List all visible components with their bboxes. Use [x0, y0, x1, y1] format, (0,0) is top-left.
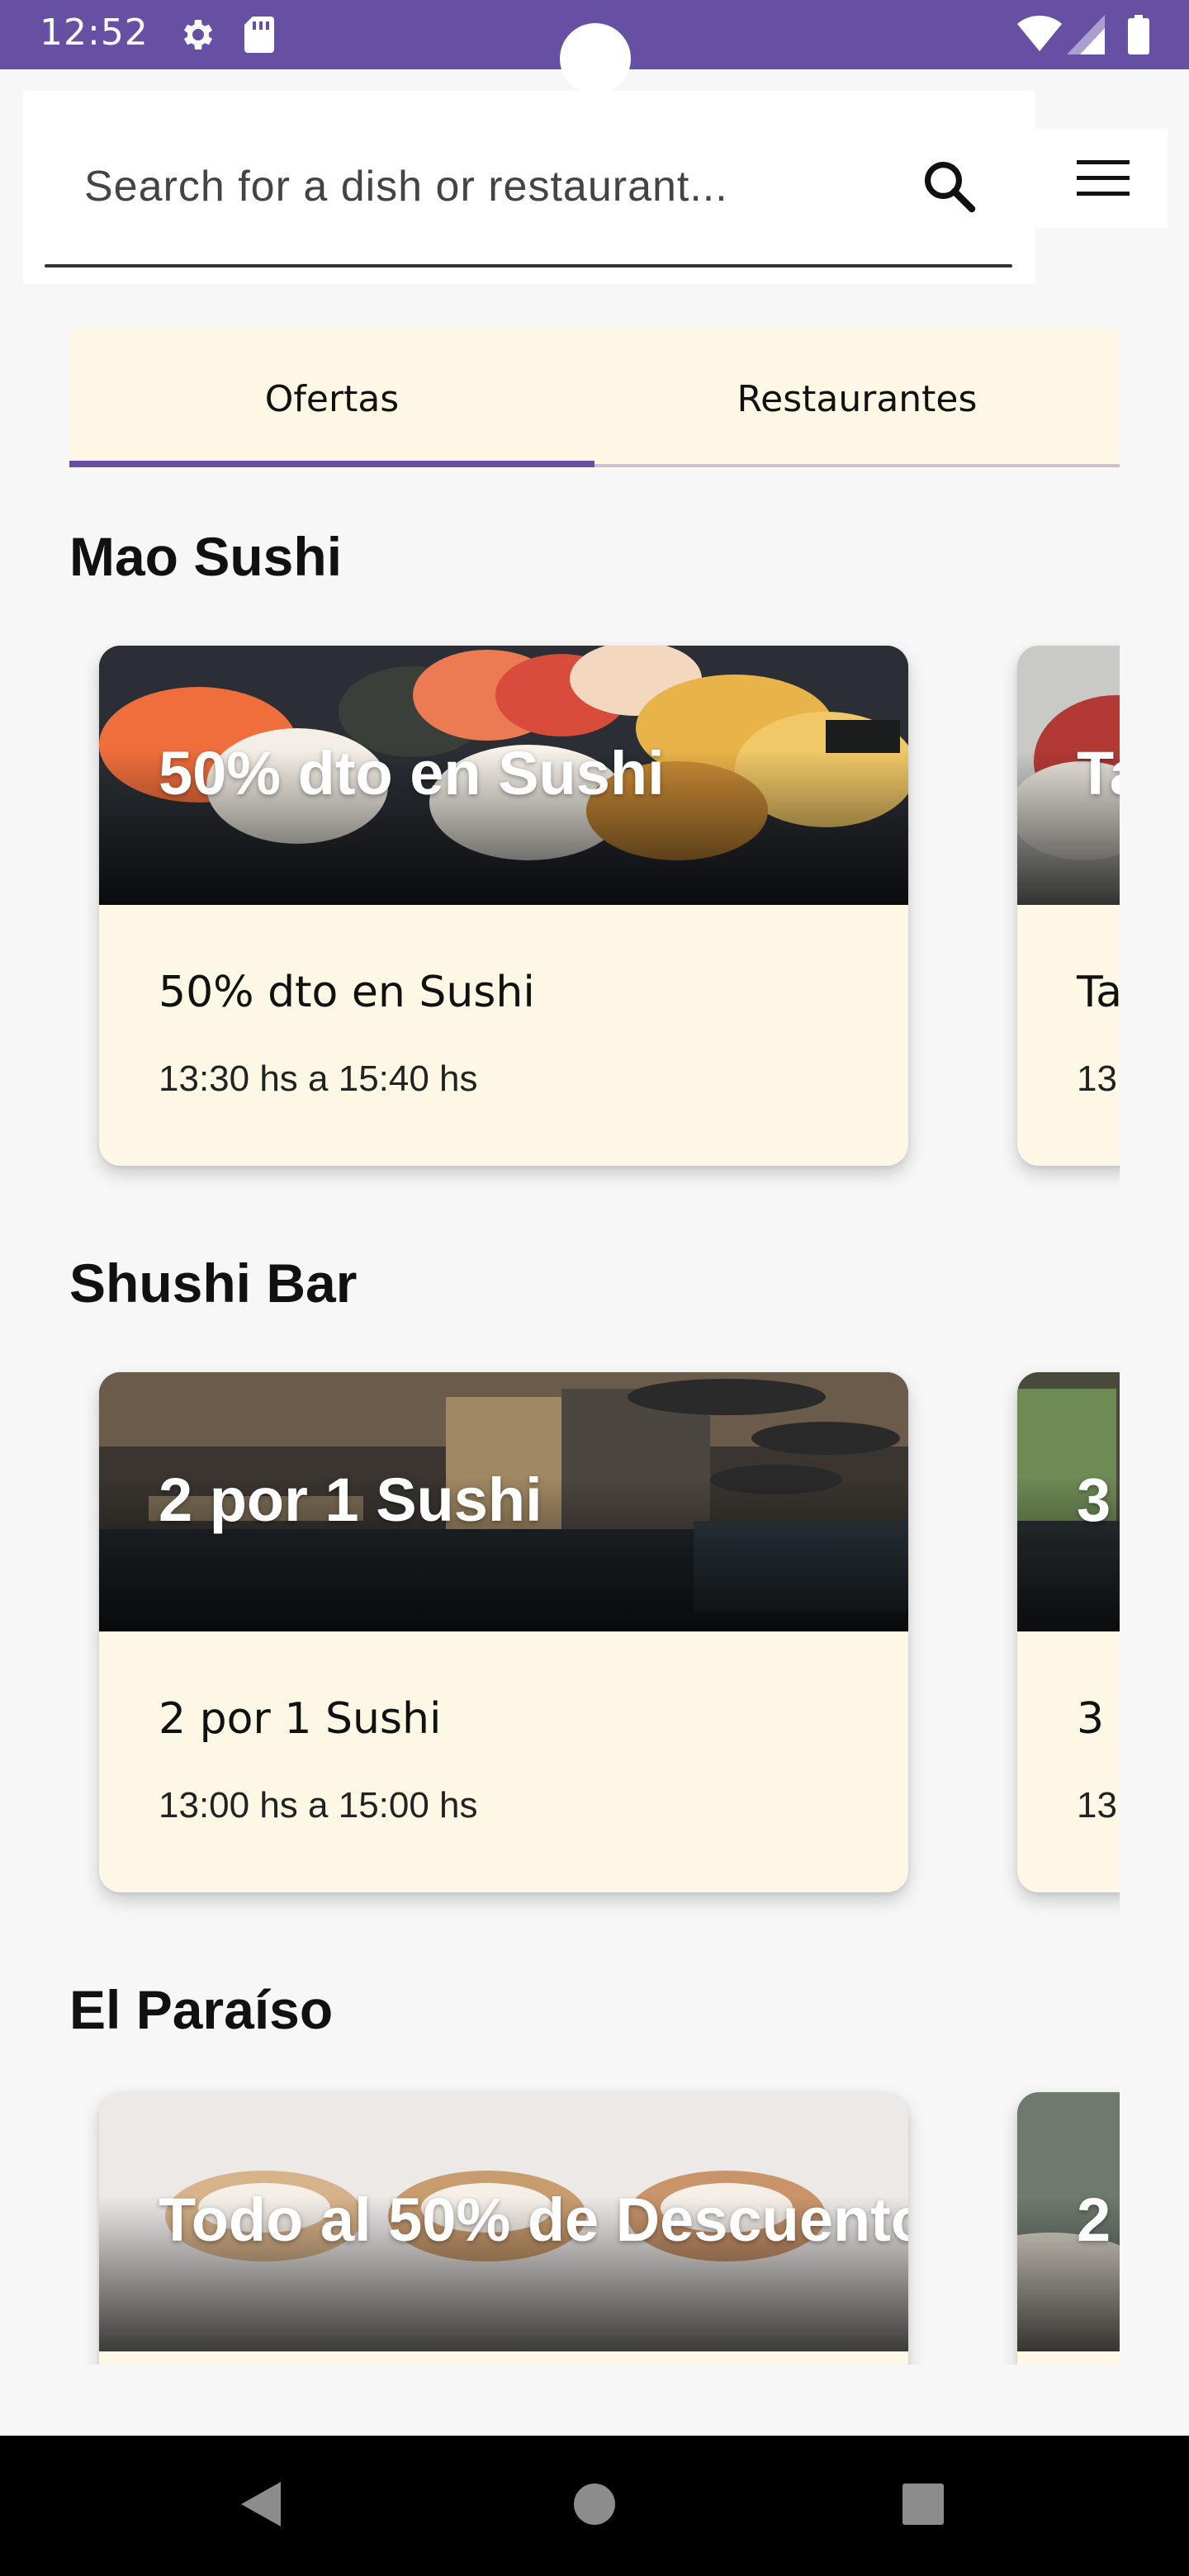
offer-image-title: 2	[1077, 2185, 1111, 2254]
tab-restaurantes[interactable]: Restaurantes	[594, 329, 1120, 469]
tab-bar: Ofertas Restaurantes	[69, 329, 1120, 469]
offer-image: 2	[1017, 2092, 1120, 2351]
tab-indicator	[69, 461, 594, 467]
offer-image-title: Todo al 50% de Descuento	[159, 2185, 908, 2254]
offer-hours: 13	[1077, 1058, 1117, 1099]
camera-cutout	[560, 23, 631, 94]
battery-icon	[1128, 15, 1149, 59]
offer-image: Ta	[1017, 646, 1120, 905]
navigation-bar	[0, 2436, 1189, 2576]
offer-image: 2 por 1 Sushi	[99, 1372, 908, 1631]
section-title: Mao Sushi	[69, 526, 343, 587]
offer-title: 50% dto en Sushi	[159, 968, 535, 1017]
offer-carousel[interactable]: 2 por 1 Sushi 2 por 1 Sushi 13:00 hs a 1…	[69, 1357, 1120, 1935]
offer-image-title: 50% dto en Sushi	[159, 739, 665, 807]
back-icon[interactable]	[239, 2480, 282, 2532]
offer-hours: 13	[1077, 1785, 1117, 1825]
offer-card[interactable]: Ta Ta 13	[1017, 646, 1120, 1166]
section-title: El Paraíso	[69, 1979, 334, 2040]
offer-image-title: 2 por 1 Sushi	[159, 1466, 542, 1534]
offer-carousel[interactable]: Todo al 50% de Descuento 2	[69, 2084, 1120, 2365]
tab-ofertas[interactable]: Ofertas	[69, 329, 594, 469]
app-screen: 12:52 Search for a dish or restaurant...…	[0, 0, 1189, 2576]
section-title: Shushi Bar	[69, 1252, 358, 1314]
offer-carousel[interactable]: 50% dto en Sushi 50% dto en Sushi 13:30 …	[69, 631, 1120, 1209]
offer-card[interactable]: Todo al 50% de Descuento	[99, 2092, 908, 2365]
offer-card[interactable]: 3 3 p 13	[1017, 1372, 1120, 1892]
offer-hours: 13:00 hs a 15:00 hs	[159, 1785, 478, 1825]
offer-title: Ta	[1077, 968, 1120, 1017]
offer-image: 3	[1017, 1372, 1120, 1631]
offer-image: Todo al 50% de Descuento	[99, 2092, 908, 2351]
menu-button[interactable]	[1035, 129, 1168, 228]
home-button[interactable]	[512, 2436, 677, 2576]
offer-title: 3 p	[1077, 1694, 1120, 1744]
back-button[interactable]	[178, 2436, 343, 2576]
signal-icon	[1067, 15, 1105, 59]
search-bar[interactable]: Search for a dish or restaurant...	[23, 91, 1035, 284]
offer-image-title: 3	[1077, 1466, 1111, 1534]
wifi-icon	[1017, 15, 1062, 59]
settings-icon	[177, 15, 216, 59]
status-time: 12:52	[40, 12, 149, 54]
offer-hours: 13:30 hs a 15:40 hs	[159, 1058, 478, 1099]
sd-card-icon	[243, 15, 276, 59]
search-icon[interactable]	[920, 157, 979, 220]
home-icon[interactable]	[572, 2482, 617, 2531]
offer-title: 2 por 1 Sushi	[159, 1694, 442, 1744]
offer-card[interactable]: 2 por 1 Sushi 2 por 1 Sushi 13:00 hs a 1…	[99, 1372, 908, 1892]
offer-card[interactable]: 50% dto en Sushi 50% dto en Sushi 13:30 …	[99, 646, 908, 1166]
recents-button[interactable]	[841, 2436, 1006, 2576]
offer-card[interactable]: 2	[1017, 2092, 1120, 2365]
offer-image-title: Ta	[1077, 739, 1120, 807]
offer-image: 50% dto en Sushi	[99, 646, 908, 905]
recents-icon[interactable]	[902, 2483, 945, 2530]
hamburger-menu-icon[interactable]	[1077, 160, 1130, 201]
search-underline	[45, 264, 1012, 268]
search-input[interactable]: Search for a dish or restaurant...	[84, 162, 728, 211]
